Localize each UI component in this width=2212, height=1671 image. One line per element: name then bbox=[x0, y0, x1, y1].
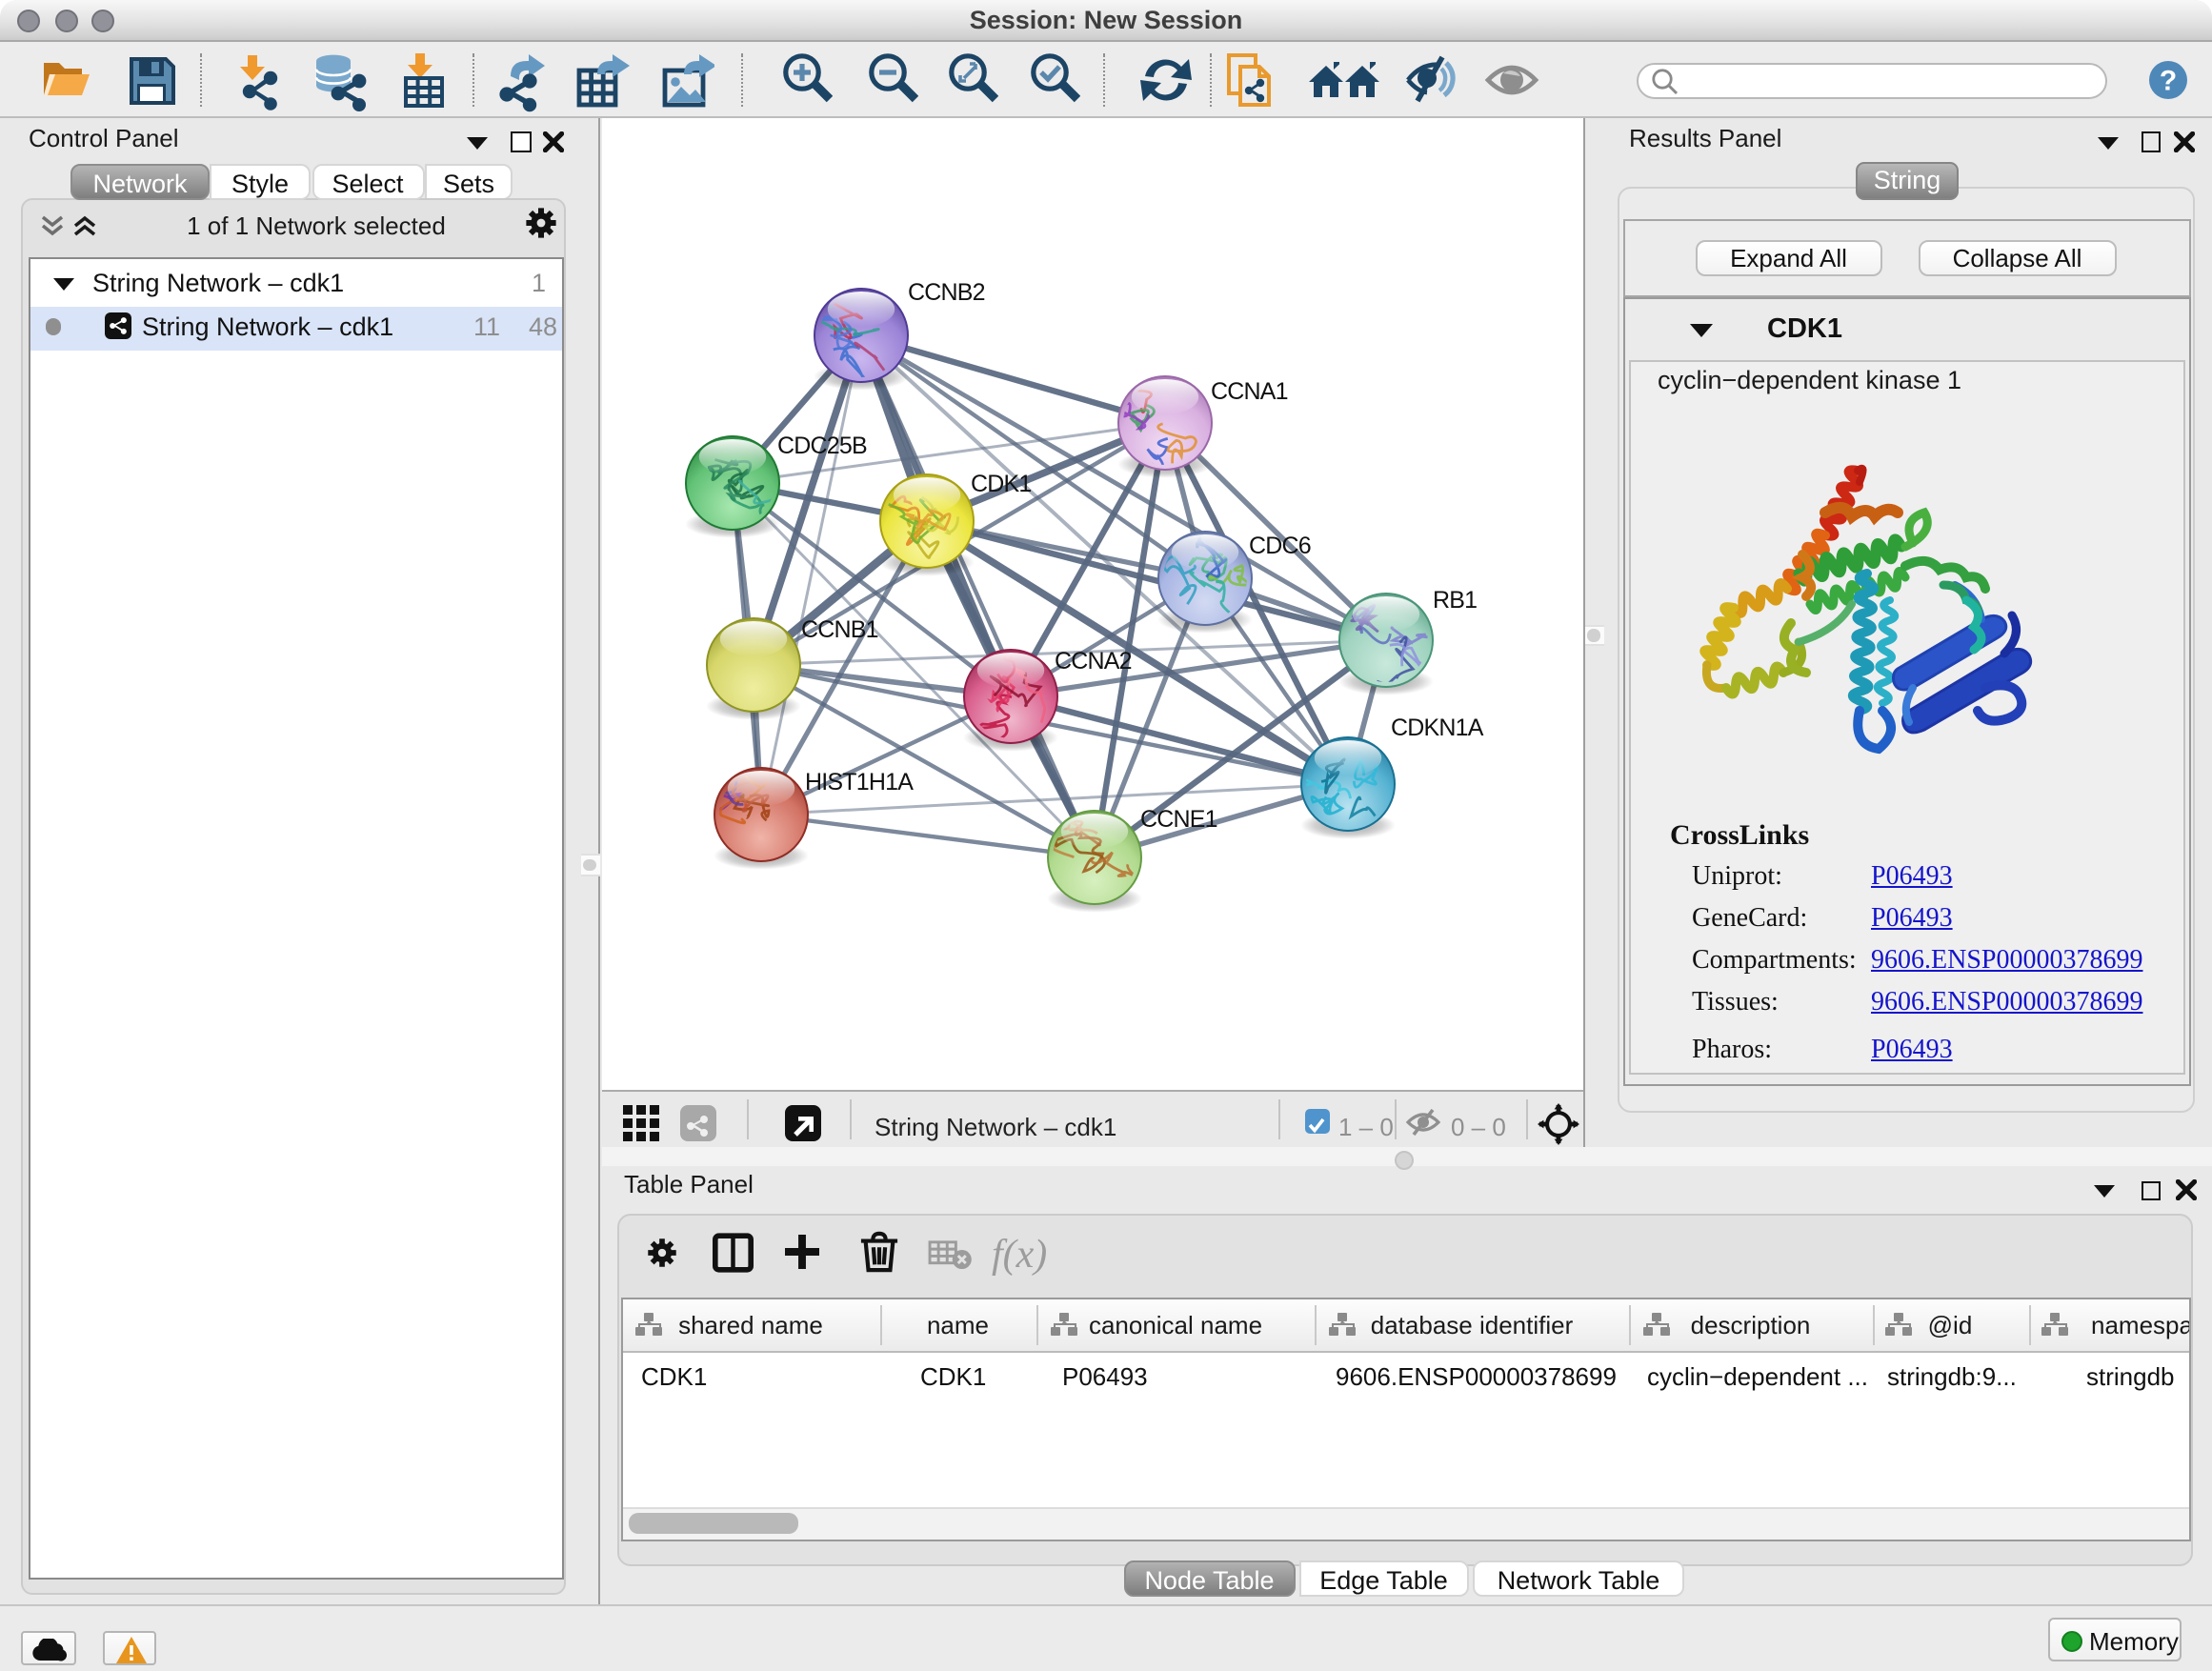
svg-text:CCNB2: CCNB2 bbox=[907, 279, 984, 306]
svg-text:CCNA2: CCNA2 bbox=[1054, 648, 1131, 674]
svg-text:RB1: RB1 bbox=[1432, 587, 1476, 614]
svg-text:CDC6: CDC6 bbox=[1248, 533, 1310, 559]
svg-text:CCNA1: CCNA1 bbox=[1210, 378, 1287, 405]
svg-text:?: ? bbox=[2160, 65, 2177, 96]
svg-text:CDK1: CDK1 bbox=[970, 471, 1031, 497]
svg-text:CDC25B: CDC25B bbox=[776, 433, 866, 459]
svg-text:CCNE1: CCNE1 bbox=[1139, 806, 1217, 833]
svg-text:CCNB1: CCNB1 bbox=[800, 616, 877, 643]
svg-text:HIST1H1A: HIST1H1A bbox=[804, 769, 913, 795]
svg-text:CDKN1A: CDKN1A bbox=[1390, 715, 1483, 741]
